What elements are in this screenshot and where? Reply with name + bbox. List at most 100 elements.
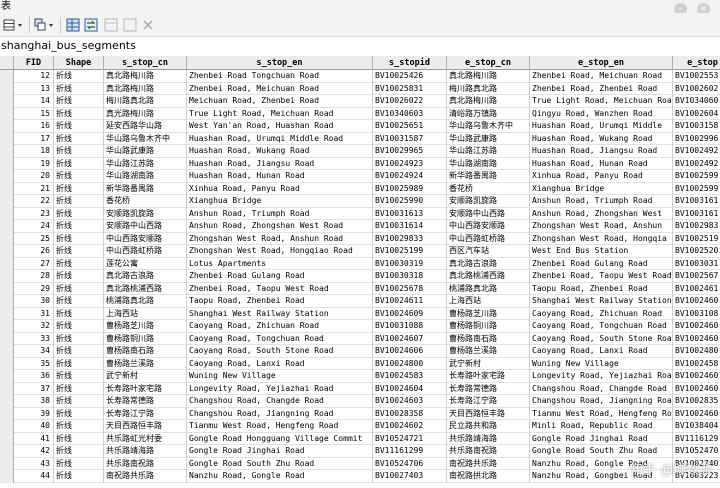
table-cell[interactable]: BV10030318 — [373, 270, 447, 283]
table-cell[interactable]: 39 — [14, 407, 54, 420]
table-cell[interactable]: 32 — [14, 320, 54, 333]
table-cell[interactable]: BV1002480 — [673, 345, 720, 358]
table-cell[interactable]: 折线 — [54, 220, 104, 233]
table-cell[interactable]: BV1002461 — [673, 283, 720, 296]
table-cell[interactable]: 41 — [14, 432, 54, 445]
table-row[interactable]: 44 折线 南祝路共乐路 Nanzhu Road, Gongle Road BV1002… — [0, 470, 720, 483]
table-row[interactable]: 32 折线 曹杨路芝川路 Caoyang Road, Zhichuan Road BV1… — [0, 320, 720, 333]
table-cell[interactable]: 天目西路恒丰路 — [104, 420, 187, 433]
table-cell[interactable]: BV10024607 — [373, 332, 447, 345]
table-cell[interactable]: BV10524721 — [373, 432, 447, 445]
table-cell[interactable]: Huashan Road, Wukang Road — [187, 145, 373, 158]
table-cell[interactable]: 折线 — [54, 445, 104, 458]
table-row[interactable]: 15 折线 真光路梅川路 True Light Road, Meichuan Road… — [0, 107, 720, 120]
table-cell[interactable]: 折线 — [54, 70, 104, 83]
table-cell[interactable]: 22 — [14, 195, 54, 208]
table-cell[interactable]: Huashan Road, Jiangsu Road — [530, 145, 673, 158]
table-cell[interactable]: 折线 — [54, 357, 104, 370]
row-selector[interactable] — [0, 395, 14, 408]
table-cell[interactable]: 南祝路共乐路 — [447, 457, 530, 470]
column-header[interactable]: FID — [14, 56, 54, 70]
table-row[interactable]: 40 折线 天目西路恒丰路 Tianmu West Road, Hengfeng Ro… — [0, 420, 720, 433]
table-cell[interactable]: 香花桥 — [447, 182, 530, 195]
table-cell[interactable]: True Light Road, Meichuan Road — [187, 107, 373, 120]
table-cell[interactable]: 13 — [14, 82, 54, 95]
table-cell[interactable]: BV1002458 — [673, 358, 720, 371]
table-cell[interactable]: 华山路江苏路 — [104, 157, 187, 170]
row-selector[interactable] — [0, 132, 14, 145]
table-cell[interactable]: 折线 — [54, 407, 104, 420]
table-cell[interactable]: Taopu Road, Zhenbei Road — [187, 295, 373, 308]
table-row[interactable]: 17 折线 华山路乌鲁木齐中 Huashan Road, Urumqi Middle … — [0, 132, 720, 146]
row-selector[interactable] — [0, 207, 14, 220]
table-cell[interactable]: Shanghai West Railway Station — [530, 295, 673, 308]
table-cell[interactable]: 曹杨路铜川路 — [104, 332, 187, 345]
table-cell[interactable]: Changshou Road, Changde Road — [187, 395, 373, 408]
row-selector[interactable] — [0, 182, 14, 195]
table-cell[interactable]: 华山路武康路 — [447, 132, 530, 145]
table-cell[interactable]: 西区汽车站 — [447, 245, 530, 258]
table-cell[interactable]: 梅川路真北路 — [447, 82, 530, 95]
table-cell[interactable]: BV10026022 — [373, 95, 447, 108]
table-cell[interactable]: 新华路番禺路 — [104, 182, 187, 195]
table-cell[interactable]: 真北路古浪路 — [104, 270, 187, 283]
table-cell[interactable]: 曹杨路兰溪路 — [104, 357, 187, 370]
table-cell[interactable]: 12 — [14, 70, 54, 83]
table-cell[interactable]: 14 — [14, 95, 54, 108]
table-cell[interactable]: BV10024611 — [373, 295, 447, 308]
table-cell[interactable]: 折线 — [54, 307, 104, 320]
table-cell[interactable]: 折线 — [54, 320, 104, 333]
row-selector[interactable] — [0, 420, 14, 433]
table-cell[interactable]: 华山路乌鲁木齐中 — [447, 120, 530, 133]
table-cell[interactable]: Huashan Road, Urumqi Middle — [530, 120, 673, 133]
row-selector[interactable] — [0, 257, 14, 270]
table-cell[interactable]: 折线 — [54, 232, 104, 245]
table-cell[interactable]: 21 — [14, 182, 54, 195]
table-cell[interactable]: BV10024606 — [373, 345, 447, 358]
table-cell[interactable]: BV1002553 — [673, 70, 720, 83]
table-cell[interactable]: 折线 — [54, 82, 104, 95]
table-cell[interactable]: 折线 — [54, 332, 104, 345]
table-cell[interactable]: 华山路乌鲁木齐中 — [104, 132, 187, 145]
table-row[interactable]: 13 折线 真北路梅川路 Zhenbei Road, Meichuan Road BV1… — [0, 82, 720, 95]
table-cell[interactable]: West End Bus Station — [530, 245, 673, 258]
table-cell[interactable]: 共乐路南祝路 — [447, 445, 530, 458]
table-cell[interactable]: BV1116129 — [673, 433, 720, 446]
table-cell[interactable]: 共乐路靖海路 — [104, 445, 187, 458]
row-selector[interactable] — [0, 170, 14, 183]
table-cell[interactable]: Huashan Road, Jiangsu Road — [187, 157, 373, 170]
table-cell[interactable]: BV10024583 — [373, 370, 447, 383]
table-cell[interactable]: 折线 — [54, 257, 104, 270]
table-cell[interactable]: Zhenbei Road, Zhenbei Road — [530, 82, 673, 95]
table-cell[interactable]: 安顺路中山西路 — [104, 220, 187, 233]
table-cell[interactable]: Caoyang Road, South Stone Road — [530, 332, 673, 345]
table-cell[interactable]: Tianmu West Road, Hengfeng Road — [187, 420, 373, 433]
table-tab[interactable]: shanghai_bus_segments — [0, 37, 720, 55]
table-cell[interactable]: Nanzhu Road, Gongle Road — [187, 470, 373, 483]
table-cell[interactable]: 31 — [14, 307, 54, 320]
table-cell[interactable]: BV1003161 — [673, 195, 720, 208]
table-cell[interactable]: 折线 — [54, 195, 104, 208]
row-selector[interactable] — [0, 370, 14, 383]
table-cell[interactable]: True Light Road, Meichuan Road — [530, 95, 673, 108]
table-cell[interactable]: Zhenbei Road, Meichuan Road — [187, 82, 373, 95]
table-cell[interactable]: Xinhua Road, Panyu Road — [530, 170, 673, 183]
table-cell[interactable]: Gongle Road Jinghai Road — [187, 445, 373, 458]
table-cell[interactable]: 17 — [14, 132, 54, 145]
table-cell[interactable]: 曹杨路芝川路 — [447, 307, 530, 320]
table-cell[interactable]: 华山路武康路 — [104, 145, 187, 158]
table-cell[interactable]: 新华路番禺路 — [447, 170, 530, 183]
table-cell[interactable]: BV10031613 — [373, 207, 447, 220]
table-cell[interactable]: 33 — [14, 332, 54, 345]
table-cell[interactable]: 35 — [14, 357, 54, 370]
table-cell[interactable]: Shanghai West Railway Station — [187, 307, 373, 320]
table-cell[interactable]: BV10029965 — [373, 145, 447, 158]
table-cell[interactable]: Minli Road, Republic Road — [530, 420, 673, 433]
table-cell[interactable]: BV1002460 — [673, 295, 720, 308]
table-cell[interactable]: 真北路桃浦西路 — [104, 282, 187, 295]
table-row[interactable]: 20 折线 华山路湖南路 Huashan Road, Hunan Road BV1002… — [0, 170, 720, 183]
table-cell[interactable]: 武宁新村 — [447, 357, 530, 370]
table-cell[interactable]: 中山西路虹桥路 — [104, 245, 187, 258]
table-row[interactable]: 25 折线 中山西路安顺路 Zhongshan West Road, Anshun R… — [0, 232, 720, 245]
table-cell[interactable]: BV1002996 — [673, 133, 720, 146]
